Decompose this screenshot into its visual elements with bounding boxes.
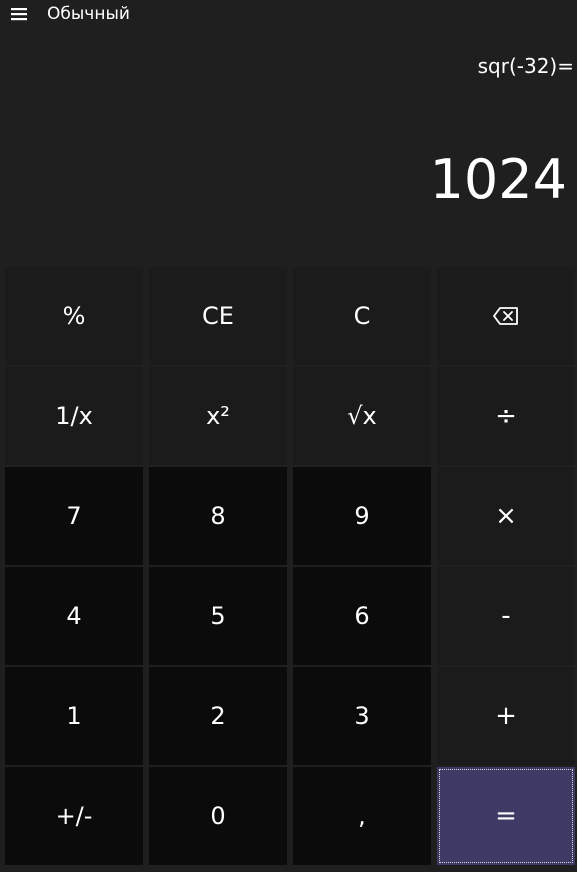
- digit-6-button[interactable]: 6: [293, 567, 431, 665]
- backspace-icon: [492, 306, 520, 326]
- reciprocal-label: 1/x: [55, 402, 93, 430]
- hamburger-menu-icon[interactable]: [8, 2, 30, 26]
- multiply-button[interactable]: ×: [437, 467, 575, 565]
- digit-6-label: 6: [354, 602, 370, 630]
- digit-8-button[interactable]: 8: [149, 467, 287, 565]
- reciprocal-button[interactable]: 1/x: [5, 367, 143, 465]
- digit-1-button[interactable]: 1: [5, 667, 143, 765]
- digit-7-label: 7: [66, 502, 82, 530]
- digit-1-label: 1: [66, 702, 82, 730]
- digit-2-label: 2: [210, 702, 226, 730]
- decimal-button[interactable]: ,: [293, 767, 431, 865]
- equals-button[interactable]: =: [437, 767, 575, 865]
- digit-9-button[interactable]: 9: [293, 467, 431, 565]
- clear-label: C: [353, 302, 371, 330]
- divide-button[interactable]: ÷: [437, 367, 575, 465]
- header-bar: Обычный: [0, 0, 577, 30]
- percent-label: %: [62, 302, 86, 330]
- digit-3-label: 3: [354, 702, 370, 730]
- expression-display: sqr(-32)=: [477, 54, 574, 78]
- subtract-button[interactable]: -: [437, 567, 575, 665]
- square-label: x²: [206, 402, 230, 430]
- digit-9-label: 9: [354, 502, 370, 530]
- keypad: % CE C 1/x x² √x ÷ 7 8 9 × 4 5 6 - 1 2 3: [5, 267, 575, 867]
- equals-label: =: [495, 801, 517, 831]
- digit-0-button[interactable]: 0: [149, 767, 287, 865]
- digit-3-button[interactable]: 3: [293, 667, 431, 765]
- mode-title: Обычный: [47, 4, 130, 24]
- percent-button[interactable]: %: [5, 267, 143, 365]
- clear-entry-button[interactable]: CE: [149, 267, 287, 365]
- backspace-button[interactable]: [437, 267, 575, 365]
- digit-4-label: 4: [66, 602, 82, 630]
- add-label: +: [495, 701, 517, 731]
- result-display: 1024: [429, 148, 567, 211]
- digit-2-button[interactable]: 2: [149, 667, 287, 765]
- digit-5-label: 5: [210, 602, 226, 630]
- clear-entry-label: CE: [202, 302, 234, 330]
- negate-button[interactable]: +/-: [5, 767, 143, 865]
- square-root-label: √x: [347, 402, 377, 430]
- calculator-window: Обычный sqr(-32)= 1024 % CE C 1/x x² √x …: [0, 0, 577, 872]
- digit-0-label: 0: [210, 802, 226, 830]
- subtract-label: -: [501, 601, 511, 631]
- divide-label: ÷: [495, 401, 517, 431]
- decimal-label: ,: [358, 802, 366, 830]
- multiply-label: ×: [495, 501, 517, 531]
- digit-4-button[interactable]: 4: [5, 567, 143, 665]
- clear-button[interactable]: C: [293, 267, 431, 365]
- square-button[interactable]: x²: [149, 367, 287, 465]
- digit-5-button[interactable]: 5: [149, 567, 287, 665]
- add-button[interactable]: +: [437, 667, 575, 765]
- digit-7-button[interactable]: 7: [5, 467, 143, 565]
- negate-label: +/-: [55, 802, 93, 830]
- square-root-button[interactable]: √x: [293, 367, 431, 465]
- digit-8-label: 8: [210, 502, 226, 530]
